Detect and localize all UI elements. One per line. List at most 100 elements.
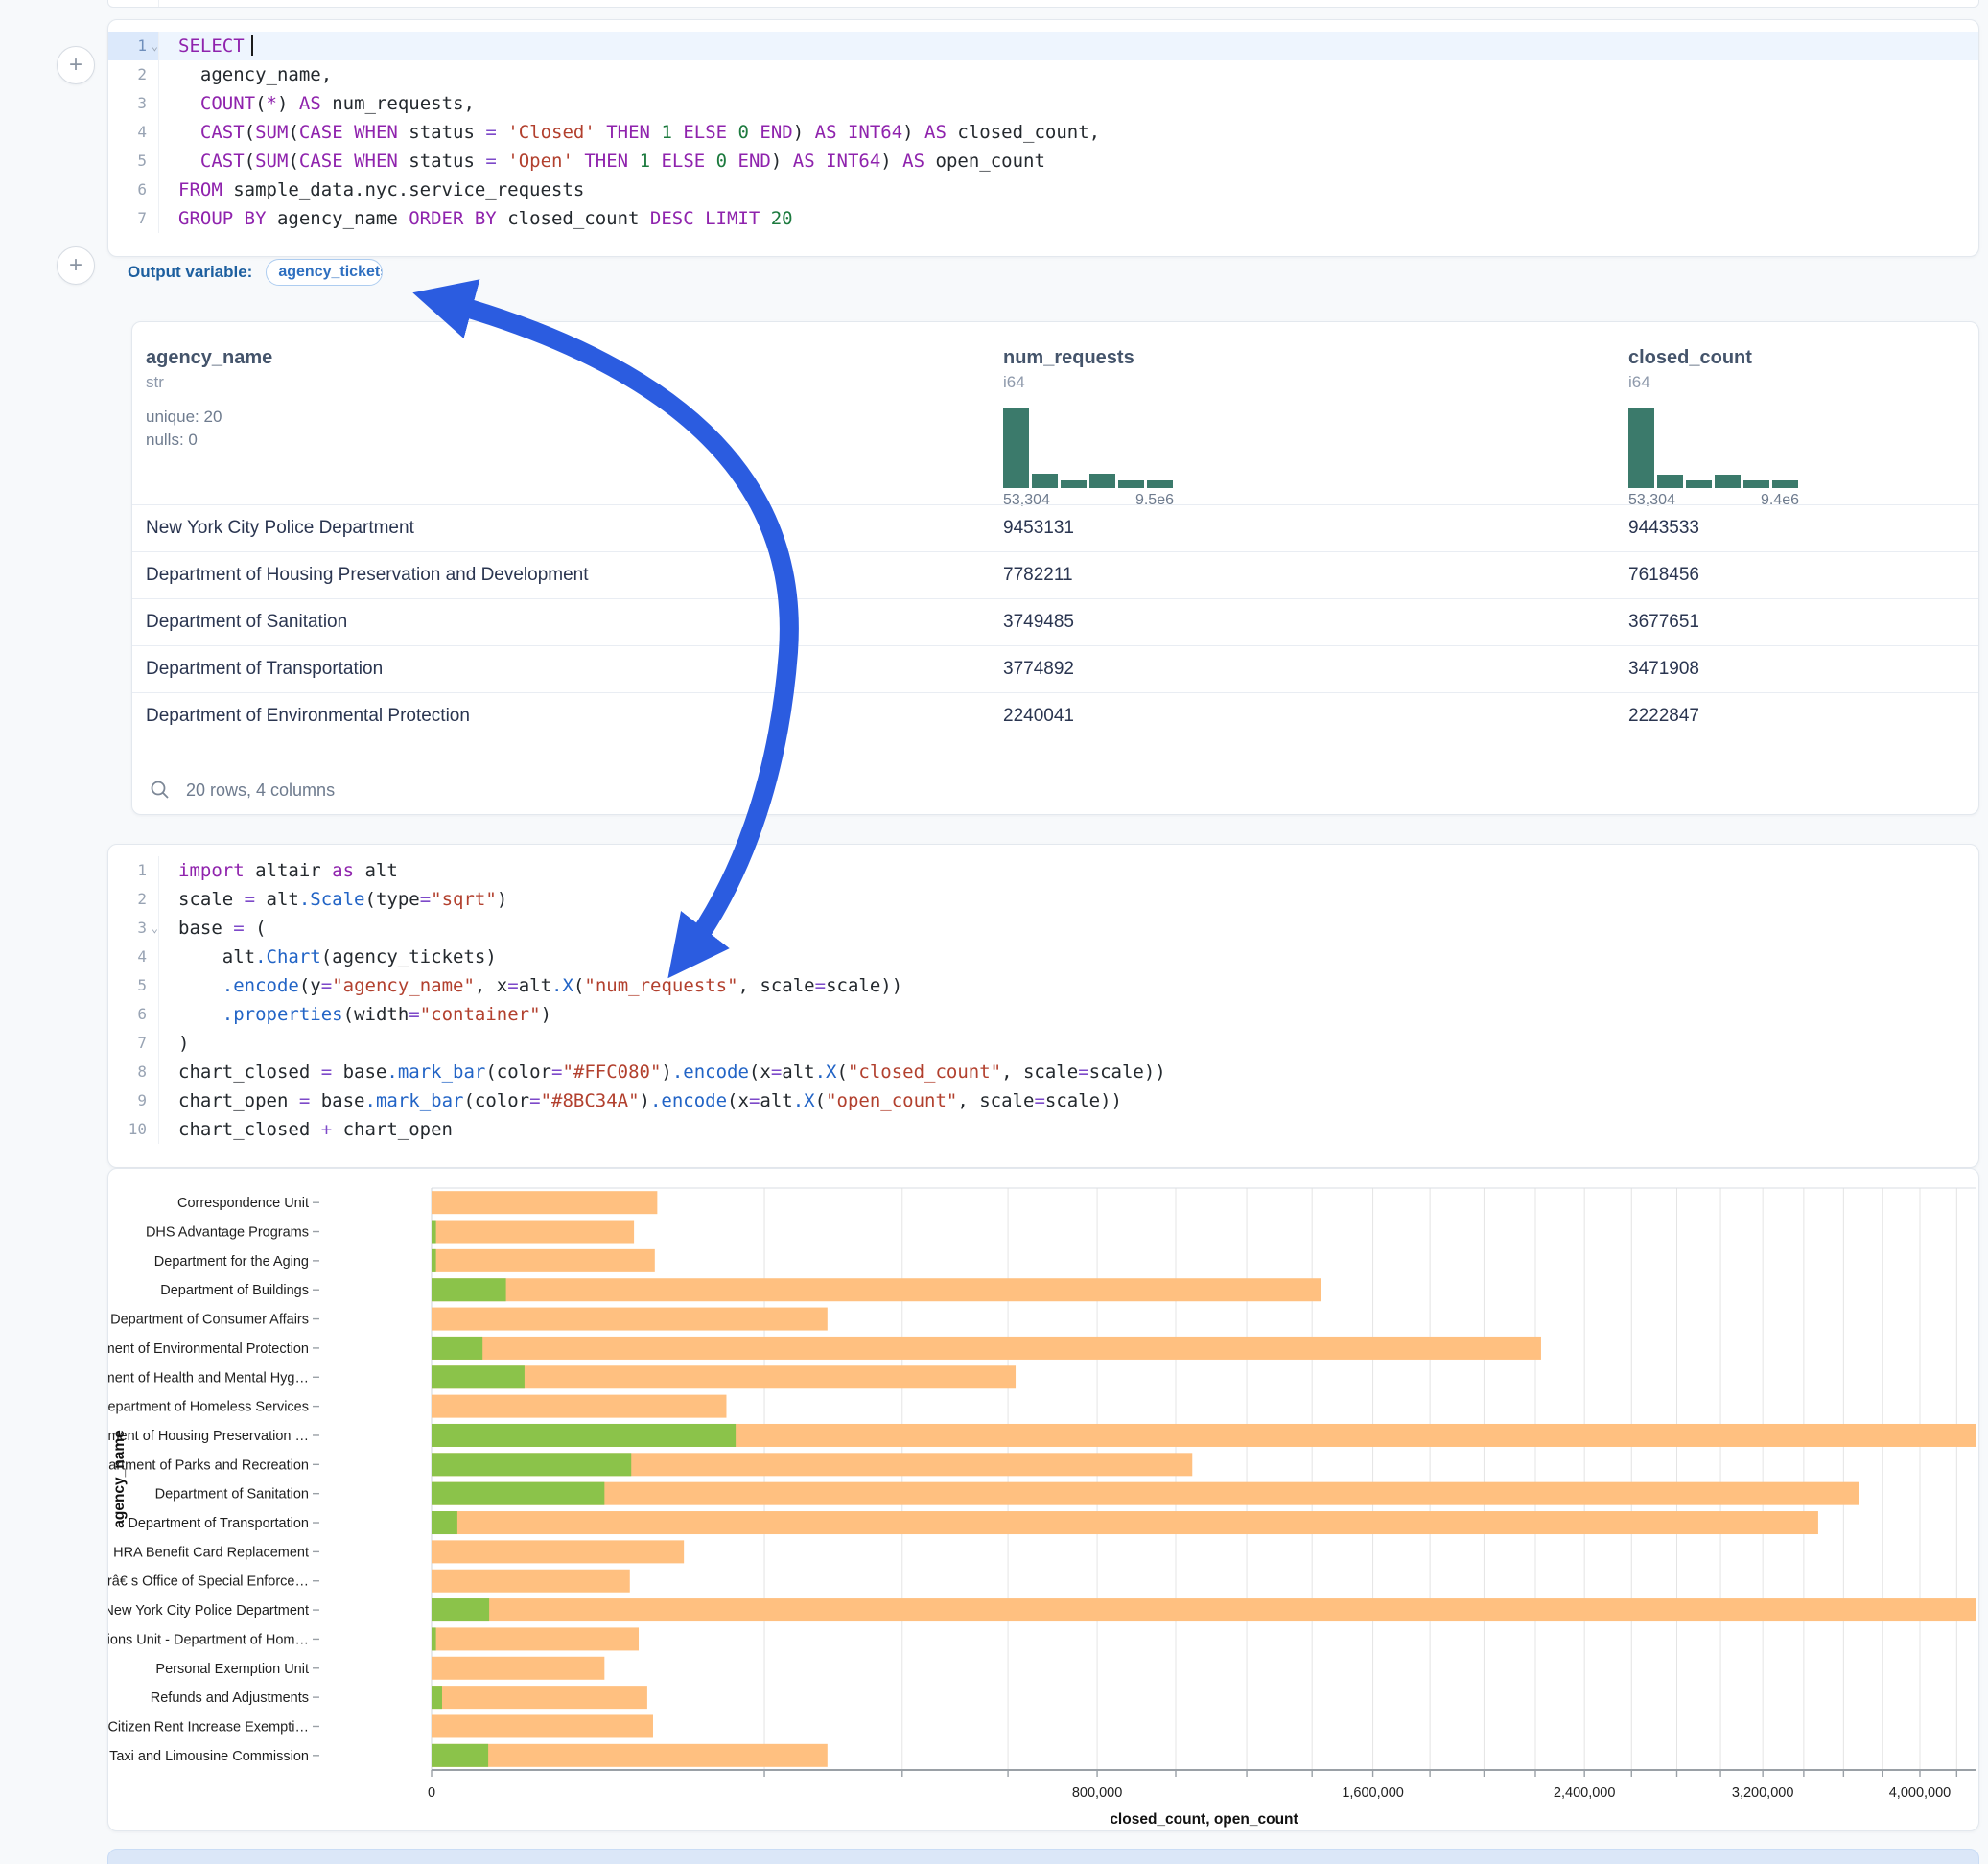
table-row[interactable]: Department of Sanitation 3749485 3677651: [132, 598, 1978, 646]
open-count-bar: [432, 1337, 482, 1360]
table-row[interactable]: Department of Environmental Protection22…: [132, 692, 1978, 740]
open-count-bar: [432, 1278, 506, 1301]
y-axis-label: Department of Consumer Affairs: [110, 1313, 309, 1328]
y-axis-label: Department of Homeless Services: [108, 1400, 309, 1415]
table-cell: Department of Transportation: [146, 659, 383, 680]
code-text: SELECT: [158, 32, 1978, 60]
closed-count-bar: [432, 1657, 604, 1680]
code-line[interactable]: 1⌄SELECT: [108, 32, 1978, 60]
next-cell-edge[interactable]: [107, 1849, 1979, 1864]
notebook-page: + + 1⌄SELECT2 agency_name,3 COUNT(*) AS …: [0, 0, 1988, 1864]
open-count-bar: [432, 1598, 489, 1621]
column-histogram: [1003, 406, 1174, 488]
closed-count-bar: [432, 1714, 653, 1737]
code-line[interactable]: 2scale = alt.Scale(type="sqrt"): [108, 885, 1978, 914]
add-cell-button[interactable]: +: [57, 246, 95, 285]
column-type: i64: [1628, 369, 1799, 392]
line-number: 5: [108, 971, 158, 1000]
code-line[interactable]: 7GROUP BY agency_name ORDER BY closed_co…: [108, 204, 1978, 233]
sql-cell-editor[interactable]: 1⌄SELECT2 agency_name,3 COUNT(*) AS num_…: [107, 19, 1979, 257]
code-line[interactable]: 4 CAST(SUM(CASE WHEN status = 'Closed' T…: [108, 118, 1978, 147]
line-number: 2: [108, 60, 158, 89]
search-icon[interactable]: [150, 780, 171, 801]
code-text: .encode(y="agency_name", x=alt.X("num_re…: [158, 971, 1978, 1000]
column-header[interactable]: closed_counti6453,3049.4e6: [1628, 322, 1799, 504]
closed-count-bar: [432, 1249, 655, 1272]
table-cell: 3749485: [1003, 612, 1074, 633]
table-cell: Department of Sanitation: [146, 612, 347, 633]
closed-count-bar: [432, 1744, 828, 1767]
code-text: CAST(SUM(CASE WHEN status = 'Closed' THE…: [158, 118, 1978, 147]
fold-caret-icon[interactable]: ⌄: [147, 32, 158, 60]
y-axis-label: Department of Buildings: [160, 1283, 309, 1298]
result-table: agency_namestrunique: 20nulls: 0 num_requ…: [131, 321, 1979, 815]
code-line[interactable]: 9chart_open = base.mark_bar(color="#8BC3…: [108, 1086, 1978, 1115]
previous-cell-edge: [107, 0, 1979, 8]
x-axis-tick-label: 4,000,000: [1889, 1785, 1952, 1801]
table-cell: 3677651: [1628, 612, 1699, 633]
text-cursor: [251, 35, 253, 56]
altair-chart-output: Correspondence UnitDHS Advantage Program…: [107, 1168, 1979, 1831]
closed-count-bar: [432, 1627, 639, 1650]
table-row[interactable]: Department of Housing Preservation and D…: [132, 551, 1978, 599]
code-line[interactable]: 6FROM sample_data.nyc.service_requests: [108, 175, 1978, 204]
table-footer: 20 rows, 4 columns: [150, 780, 335, 801]
line-number: 9: [108, 1086, 158, 1115]
y-axis-label: Department for the Aging: [154, 1254, 309, 1270]
output-variable-row: Output variable: agency_tickets: [128, 259, 383, 286]
column-histogram: [1628, 406, 1799, 488]
closed-count-bar: [432, 1221, 634, 1244]
code-line[interactable]: 2 agency_name,: [108, 60, 1978, 89]
output-variable-label: Output variable:: [128, 263, 252, 282]
line-number: 5: [108, 147, 158, 175]
line-number: 3⌄: [108, 914, 158, 943]
code-line[interactable]: 10chart_closed + chart_open: [108, 1115, 1978, 1144]
table-cell: 7782211: [1003, 565, 1073, 586]
python-cell-editor[interactable]: 1import altair as alt2scale = alt.Scale(…: [107, 844, 1979, 1168]
open-count-bar: [432, 1221, 436, 1244]
table-row[interactable]: New York City Police Department945313194…: [132, 504, 1978, 552]
code-line[interactable]: 1import altair as alt: [108, 856, 1978, 885]
table-cell: 7618456: [1628, 565, 1699, 586]
table-cell: 3471908: [1628, 659, 1699, 680]
closed-count-bar: [432, 1395, 726, 1418]
table-cell: 9443533: [1628, 518, 1699, 539]
column-name: num_requests: [1003, 322, 1174, 369]
table-cell: 2222847: [1628, 706, 1699, 727]
y-axis-label: New York City Police Department: [108, 1603, 309, 1619]
code-text: GROUP BY agency_name ORDER BY closed_cou…: [158, 204, 1978, 233]
table-row[interactable]: Department of Transportation377489234719…: [132, 645, 1978, 693]
column-header[interactable]: agency_namestrunique: 20nulls: 0: [146, 322, 272, 504]
column-header[interactable]: num_requestsi6453,3049.5e6: [1003, 322, 1174, 504]
code-line[interactable]: 8chart_closed = base.mark_bar(color="#FF…: [108, 1058, 1978, 1086]
open-count-bar: [432, 1482, 604, 1505]
closed-count-bar: [432, 1686, 647, 1709]
line-number: 7: [108, 204, 158, 233]
column-name: closed_count: [1628, 322, 1799, 369]
output-variable-pill[interactable]: agency_tickets: [266, 259, 383, 286]
y-axis-label: HRA Benefit Card Replacement: [113, 1545, 309, 1560]
fold-caret-icon[interactable]: ⌄: [147, 914, 158, 943]
open-count-bar: [432, 1249, 436, 1272]
closed-count-bar: [432, 1540, 684, 1563]
code-line[interactable]: 5 CAST(SUM(CASE WHEN status = 'Open' THE…: [108, 147, 1978, 175]
code-line[interactable]: 5 .encode(y="agency_name", x=alt.X("num_…: [108, 971, 1978, 1000]
y-axis-label: Department of Sanitation: [155, 1487, 309, 1503]
open-count-bar: [432, 1627, 436, 1650]
code-text: alt.Chart(agency_tickets): [158, 943, 1978, 971]
x-axis-tick-label: 3,200,000: [1732, 1785, 1794, 1801]
code-text: ): [158, 1029, 1978, 1058]
y-axis-label: Department of Environmental Protection: [108, 1341, 309, 1357]
code-line[interactable]: 3 COUNT(*) AS num_requests,: [108, 89, 1978, 118]
y-axis-label: Operations Unit - Department of Hom…: [108, 1632, 309, 1647]
table-cell: New York City Police Department: [146, 518, 414, 539]
y-axis-label: Refunds and Adjustments: [151, 1690, 309, 1706]
add-cell-button[interactable]: +: [57, 46, 95, 84]
closed-count-bar: [432, 1598, 1976, 1621]
code-line[interactable]: 7): [108, 1029, 1978, 1058]
code-line[interactable]: 3⌄base = (: [108, 914, 1978, 943]
line-number: 10: [108, 1115, 158, 1144]
code-line[interactable]: 6 .properties(width="container"): [108, 1000, 1978, 1029]
code-text: agency_name,: [158, 60, 1978, 89]
code-line[interactable]: 4 alt.Chart(agency_tickets): [108, 943, 1978, 971]
